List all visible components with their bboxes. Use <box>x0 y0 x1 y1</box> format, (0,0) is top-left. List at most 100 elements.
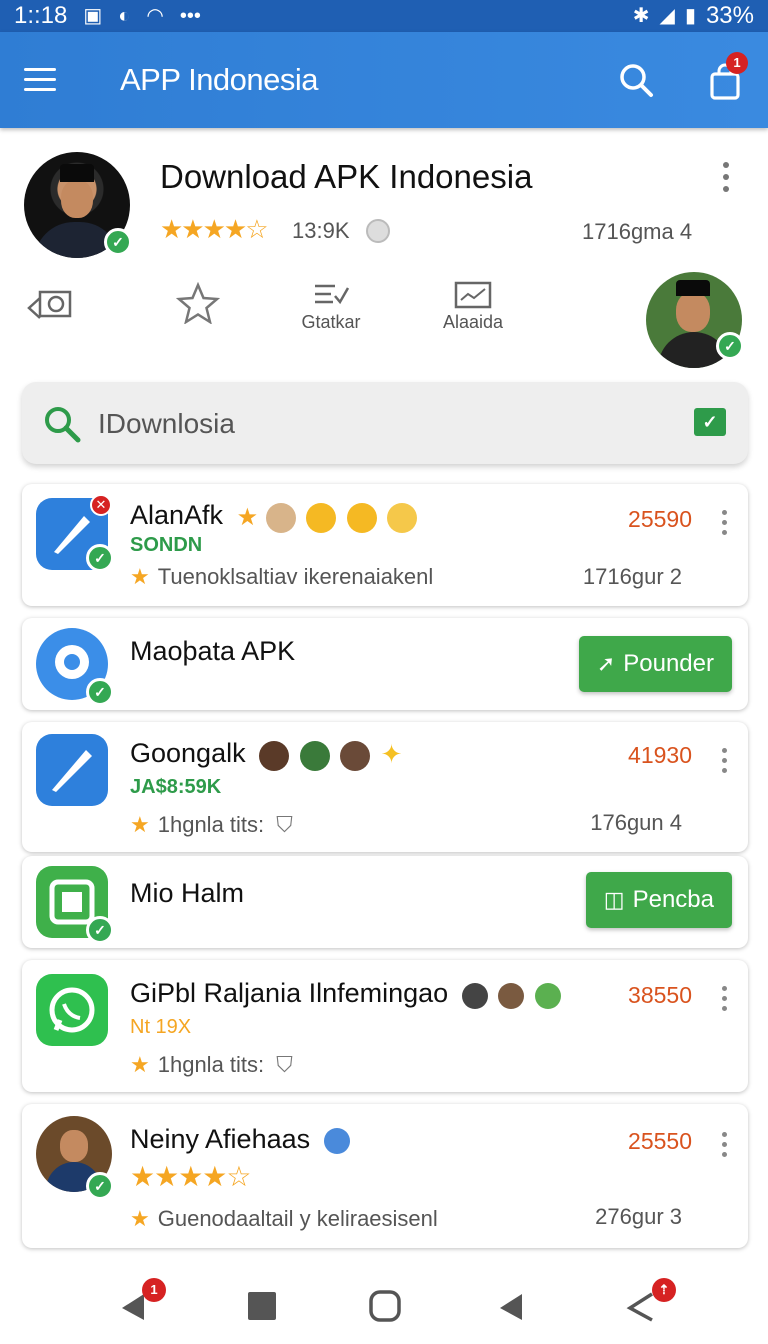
more-options-icon[interactable] <box>720 1132 728 1162</box>
page-title: Download APK Indonesia <box>160 158 533 195</box>
app-desc: ★ Tuenoklsaltiav ikerenaiakenl <box>130 564 434 589</box>
list-item[interactable]: ✓ Maoþata APK ➚ Pounder <box>22 618 748 710</box>
back-nav-button[interactable] <box>494 1286 534 1326</box>
verified-icon: ✓ <box>86 678 114 706</box>
cart-button[interactable]: 1 <box>708 52 748 100</box>
emoji-icon <box>306 502 337 533</box>
notification-badge: 1 <box>142 1278 166 1302</box>
list-action[interactable]: Gtatkar <box>296 280 366 333</box>
app-name: Mio Halm <box>130 878 245 908</box>
recents-button[interactable] <box>244 1286 284 1326</box>
list-item[interactable]: ✓ Mio Halm ◫ Pencba <box>22 856 748 948</box>
emoji-icon <box>534 983 561 1010</box>
app-name: AlanAfk ★ <box>130 500 420 533</box>
list-item[interactable]: ✓ Neiny Afiehaas ★★★★☆ ★ Guenodaaltail y … <box>22 1104 748 1248</box>
app-meta: 1716gur 2 <box>582 564 682 589</box>
star-action[interactable] <box>176 282 220 324</box>
emoji-row: ★ <box>237 501 421 533</box>
avatar-icon <box>340 740 371 771</box>
more-options-icon[interactable] <box>718 162 734 196</box>
app-name-text: GiPbl Raljania Ilnfemingao <box>130 978 449 1008</box>
navigation-bar: 1 ⇡ <box>0 1262 768 1344</box>
app-icon <box>36 974 108 1046</box>
app-meta: 176gun 4 <box>590 810 682 835</box>
app-count: 25550 <box>628 1128 692 1154</box>
search-icon[interactable] <box>618 62 654 98</box>
app-name-text: Neiny Afiehaas <box>130 1124 311 1154</box>
messenger-icon: ◐ <box>118 5 131 27</box>
app-sub: JA$8:59K <box>130 776 222 798</box>
star-icon: ★ <box>130 1052 150 1077</box>
cart-badge: 1 <box>726 52 748 74</box>
status-time: 1::18 <box>14 2 68 29</box>
verified-icon: ✓ <box>104 228 132 256</box>
search-input[interactable] <box>98 404 658 444</box>
back-icon <box>500 1294 522 1320</box>
back-button[interactable]: 1 <box>116 1278 166 1326</box>
shield-icon: ⛉ <box>276 1052 293 1077</box>
square-icon <box>248 1292 276 1320</box>
shield-icon: ⛉ <box>276 812 293 837</box>
menu-icon[interactable] <box>24 68 56 92</box>
open-button-label: Pencba <box>632 886 714 913</box>
app-meta: 276gur 3 <box>595 1204 682 1229</box>
badge-icon: ★ <box>130 564 150 589</box>
app-sub: Nt 19X <box>130 1016 192 1038</box>
star-icon: ★ <box>236 503 259 531</box>
app-count: 38550 <box>628 982 692 1008</box>
avatar-icon <box>259 740 290 771</box>
home-button[interactable] <box>366 1286 406 1326</box>
more-options-icon[interactable] <box>720 748 728 778</box>
app-name: GiPbl Raljania Ilnfemingao <box>130 978 564 1010</box>
install-button-label: Pounder <box>623 650 714 677</box>
open-button[interactable]: ◫ Pencba <box>585 872 732 928</box>
verified-icon: ✓ <box>86 544 114 572</box>
chart-action-label: Alaaida <box>442 312 504 332</box>
app-bar: APP Indonesia 1 <box>0 32 768 128</box>
share-button[interactable]: ⇡ <box>622 1278 676 1326</box>
rating-count: 13:9K <box>292 218 350 243</box>
verified-icon: ✓ <box>86 1172 114 1200</box>
camera-icon <box>27 290 72 319</box>
emoji-row: ✦ <box>259 739 402 771</box>
install-button[interactable]: ➚ Pounder <box>578 636 732 692</box>
list-item[interactable]: ✕ ✓ AlanAfk ★ SONDN ★ Tuenoklsaltiav iker… <box>22 484 748 606</box>
app-icon <box>36 734 108 806</box>
wifi-icon: ◠ <box>146 5 164 27</box>
avatar-icon <box>265 502 296 533</box>
panel-icon: ◫ <box>603 887 625 912</box>
more-options-icon[interactable] <box>720 510 728 540</box>
download-icon: ➚ <box>596 651 616 676</box>
emoji-icon <box>323 1127 350 1154</box>
rating-stars: ★★★★☆ <box>160 214 269 244</box>
alert-badge: ⇡ <box>652 1278 676 1302</box>
sparkle-icon: ✦ <box>380 738 403 769</box>
app-desc: ★ 1hgnla tits: ⛉ <box>130 1052 293 1077</box>
search-bar[interactable]: ✓ <box>22 382 748 464</box>
signal-icon: ◢ <box>659 5 675 27</box>
whatsapp-icon <box>49 987 95 1033</box>
list-item[interactable]: Goongalk ✦ JA$8:59K ★ 1hgnla tits: ⛉ 4193… <box>22 722 748 852</box>
avatar-icon <box>299 740 330 771</box>
camera-action[interactable] <box>26 284 78 324</box>
app-count: 25590 <box>628 506 692 532</box>
more-options-icon[interactable] <box>720 986 728 1016</box>
list-action-label: Gtatkar <box>301 312 361 332</box>
list-item[interactable]: GiPbl Raljania Ilnfemingao Nt 19X ★ 1hgnl… <box>22 960 748 1092</box>
chart-action[interactable]: Alaaida <box>438 280 508 333</box>
emoji-row <box>461 979 564 1010</box>
battery-icon: ▮ <box>684 5 696 27</box>
header-meta: 1716gma 4 <box>582 219 693 244</box>
verified-icon: ✓ <box>86 916 114 944</box>
emoji-icon <box>387 502 418 533</box>
emoji-icon <box>461 983 488 1010</box>
app-name-text: Goongalk <box>130 738 246 768</box>
battery-level: 33% <box>705 2 754 29</box>
app-name-text: AlanAfk <box>130 500 224 530</box>
avatar-icon <box>498 983 525 1010</box>
verified-icon: ✓ <box>716 332 744 360</box>
more-icon: ••• <box>179 5 201 27</box>
checkbox-icon[interactable]: ✓ <box>694 408 726 436</box>
error-badge: ✕ <box>90 494 112 516</box>
app-desc: ★ 1hgnla tits: ⛉ <box>130 812 293 837</box>
